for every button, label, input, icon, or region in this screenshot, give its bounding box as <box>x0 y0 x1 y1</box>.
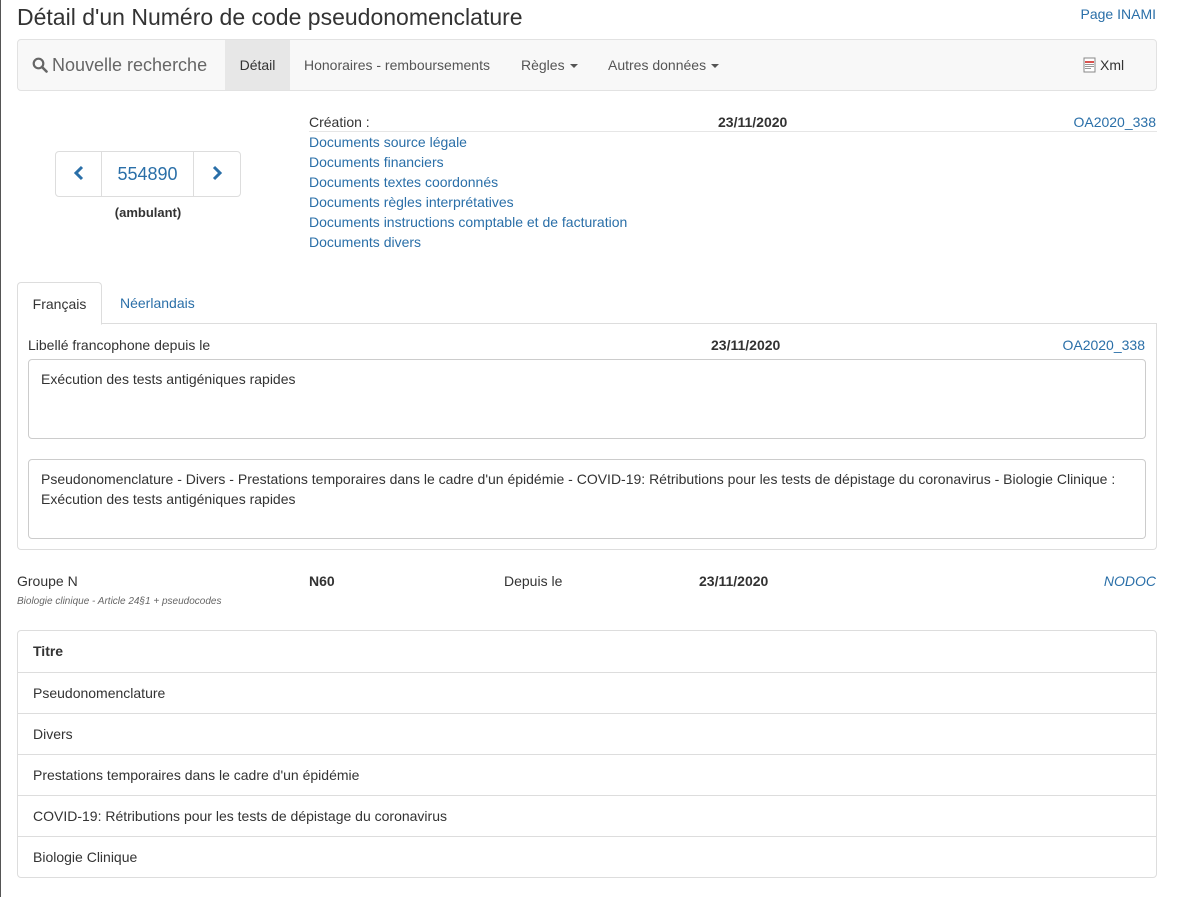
doc-link-divers[interactable]: Documents divers <box>309 234 421 250</box>
groupe-description: Biologie clinique - Article 24§1 + pseud… <box>17 596 222 607</box>
divider <box>309 131 1157 132</box>
xml-file-icon <box>1083 57 1096 73</box>
nav-detail[interactable]: Détail <box>225 40 290 90</box>
nav-regles-label: Règles <box>521 57 565 73</box>
creation-date: 23/11/2020 <box>718 114 788 130</box>
creation-label: Création : <box>309 114 370 130</box>
page-title: Détail d'un Numéro de code pseudonomencl… <box>17 4 523 30</box>
chevron-left-icon <box>73 165 83 181</box>
libelle-ref-link[interactable]: OA2020_338 <box>1062 337 1145 353</box>
navbar: Nouvelle recherche Détail Honoraires - r… <box>17 39 1157 91</box>
groupe-ref-link[interactable]: NODOC <box>1104 573 1156 589</box>
libelle-long-textbox: Pseudonomenclature - Divers - Prestation… <box>28 459 1146 539</box>
libelle-short-textbox: Exécution des tests antigéniques rapides <box>28 359 1146 439</box>
xml-button[interactable]: Xml <box>1082 40 1124 90</box>
language-tabs: Français Néerlandais <box>17 282 1157 325</box>
page-inami-link[interactable]: Page INAMI <box>1081 6 1156 22</box>
groupe-since-label: Depuis le <box>504 573 563 589</box>
titre-table: Titre Pseudonomenclature Divers Prestati… <box>17 630 1157 878</box>
libelle-label: Libellé francophone depuis le <box>28 337 211 353</box>
previous-code-button[interactable] <box>56 152 102 196</box>
libelle-date: 23/11/2020 <box>711 337 781 353</box>
doc-link-instructions-comptable[interactable]: Documents instructions comptable et de f… <box>309 214 627 230</box>
doc-link-textes-coordonnes[interactable]: Documents textes coordonnés <box>309 174 498 190</box>
table-row: Prestations temporaires dans le cadre d'… <box>18 754 1156 795</box>
caret-down-icon <box>711 64 720 68</box>
next-code-button[interactable] <box>194 152 240 196</box>
tab-francais[interactable]: Français <box>17 282 102 325</box>
groupe-label: Groupe N <box>17 573 78 589</box>
doc-link-source-legale[interactable]: Documents source légale <box>309 134 467 150</box>
creation-ref-link[interactable]: OA2020_338 <box>1073 114 1156 130</box>
groupe-date: 23/11/2020 <box>699 573 769 589</box>
table-row: Pseudonomenclature <box>18 672 1156 713</box>
table-row: Divers <box>18 713 1156 754</box>
nav-autres-dropdown[interactable]: Autres données <box>608 40 720 90</box>
table-row: COVID-19: Rétributions pour les tests de… <box>18 795 1156 836</box>
doc-link-regles-interpretatives[interactable]: Documents règles interprétatives <box>309 194 514 210</box>
new-search-button[interactable]: Nouvelle recherche <box>32 40 207 90</box>
new-search-label: Nouvelle recherche <box>52 55 208 75</box>
caret-down-icon <box>569 64 578 68</box>
chevron-right-icon <box>212 165 223 181</box>
search-icon <box>32 57 48 73</box>
xml-label: Xml <box>1100 57 1125 73</box>
nav-honoraires[interactable]: Honoraires - remboursements <box>304 40 490 90</box>
nav-autres-label: Autres données <box>608 57 707 73</box>
code-pager: 554890 <box>55 151 241 197</box>
nav-regles-dropdown[interactable]: Règles <box>521 40 578 90</box>
documents-list: Documents source légale Documents financ… <box>309 134 627 254</box>
code-number: 554890 <box>102 152 194 196</box>
table-header: Titre <box>33 643 64 659</box>
code-type: (ambulant) <box>114 205 182 220</box>
doc-link-financiers[interactable]: Documents financiers <box>309 154 444 170</box>
tab-neerlandais[interactable]: Néerlandais <box>106 282 209 324</box>
groupe-code: N60 <box>309 573 335 589</box>
table-row: Biologie Clinique <box>18 836 1156 877</box>
